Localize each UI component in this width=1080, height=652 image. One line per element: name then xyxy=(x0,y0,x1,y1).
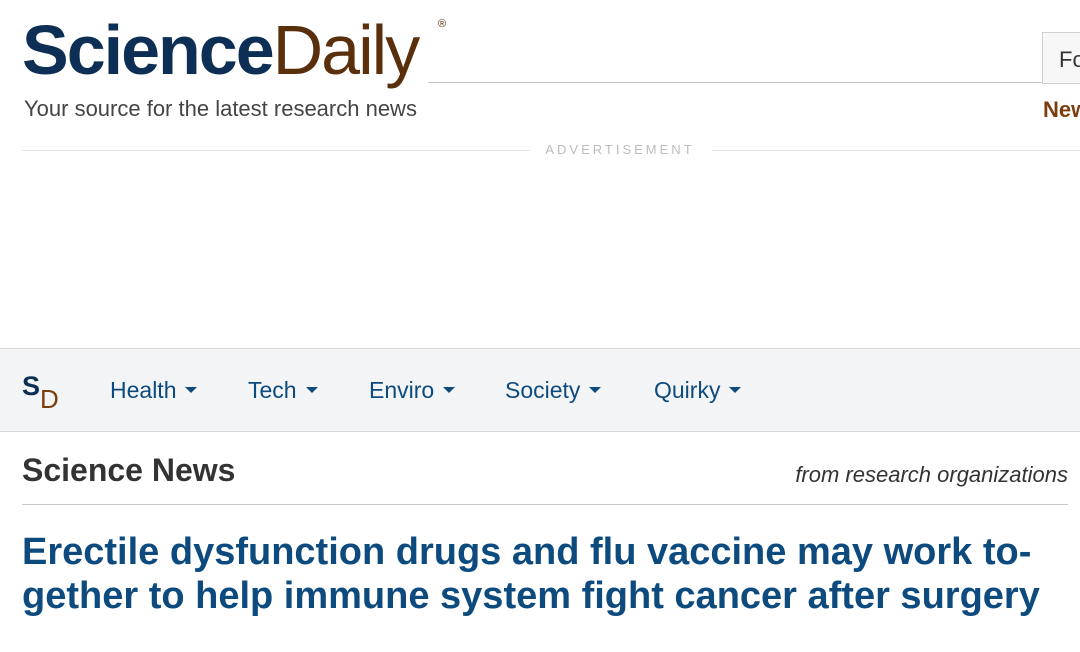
nav-logo-s: S xyxy=(22,371,41,401)
section-divider xyxy=(22,504,1068,505)
news-menu-link[interactable]: New xyxy=(1043,97,1080,123)
nav-item-enviro[interactable]: Enviro xyxy=(369,377,456,404)
site-logo[interactable]: ScienceDaily ® xyxy=(22,10,446,90)
logo-science-text: Science xyxy=(22,11,275,89)
nav-sd-logo[interactable]: S D xyxy=(22,371,62,414)
nav-item-society[interactable]: Society xyxy=(505,377,602,404)
nav-item-label: Quirky xyxy=(654,377,721,403)
nav-item-label: Tech xyxy=(248,377,297,403)
registered-mark: ® xyxy=(438,18,447,30)
nav-item-label: Health xyxy=(110,377,177,403)
chevron-down-icon xyxy=(443,386,456,393)
section-subtitle: from research organizations xyxy=(795,462,1068,487)
main-navigation: S D Health Tech Enviro Society Quirky xyxy=(0,348,1080,432)
nav-item-tech[interactable]: Tech xyxy=(248,377,318,404)
nav-item-label: Society xyxy=(505,377,581,403)
nav-item-label: Enviro xyxy=(369,377,435,403)
section-title: Science News xyxy=(22,452,236,488)
chevron-down-icon xyxy=(305,386,318,393)
advertisement-label: ADVERTISEMENT xyxy=(545,142,695,157)
site-tagline: Your source for the latest research news xyxy=(24,96,417,121)
ad-divider-left xyxy=(22,150,530,151)
chevron-down-icon xyxy=(729,386,742,393)
article-headline: Erectile dysfunction drugs and flu vacci… xyxy=(22,531,1040,617)
nav-logo-d: D xyxy=(40,384,59,414)
logo-daily-text: Daily xyxy=(272,11,421,89)
nav-item-quirky[interactable]: Quirky xyxy=(654,377,742,404)
chevron-down-icon xyxy=(185,386,198,393)
chevron-down-icon xyxy=(589,386,602,393)
search-input[interactable]: Fo xyxy=(1042,32,1080,84)
ad-divider-right xyxy=(712,150,1080,151)
nav-item-health[interactable]: Health xyxy=(110,377,198,404)
header-divider xyxy=(428,82,1080,83)
